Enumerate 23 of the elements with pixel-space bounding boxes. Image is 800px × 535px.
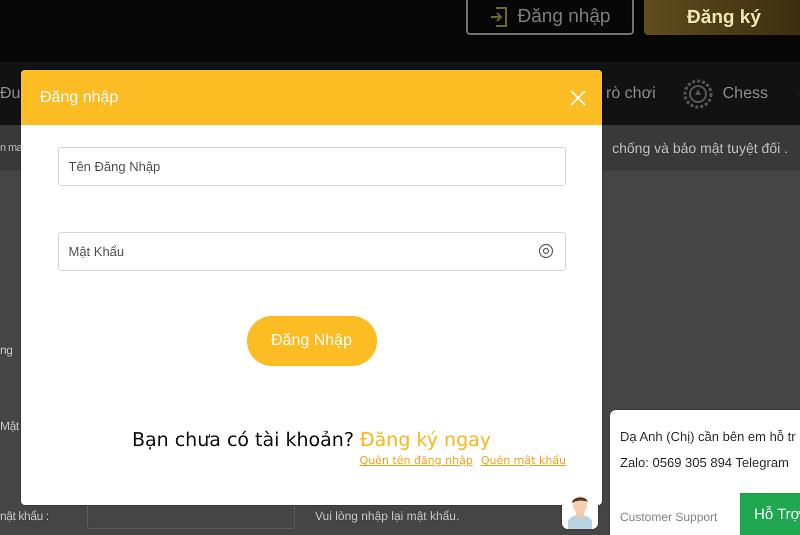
field-label: nật khẩu : bbox=[0, 509, 50, 525]
chat-message: Dạ Anh (Chị) cần bên em hỗ tr bbox=[620, 428, 797, 446]
hint-text: Vui lòng nhập lại mật khẩu. bbox=[315, 509, 460, 525]
nav-item[interactable]: Chess bbox=[682, 78, 768, 108]
chat-message: Zalo: 0569 305 894 Telegram bbox=[620, 454, 790, 472]
register-button[interactable]: Đăng ký bbox=[644, 0, 800, 35]
roulette-icon bbox=[682, 78, 713, 108]
field-label: Mật bbox=[0, 419, 20, 433]
support-button[interactable]: Hỗ Trợ bbox=[740, 493, 800, 535]
signup-link[interactable]: Đăng ký ngay bbox=[360, 429, 492, 451]
forgot-link[interactable]: Quên mật khẩu bbox=[480, 454, 566, 467]
nav-item[interactable]: rò chơi bbox=[606, 84, 656, 102]
login-icon bbox=[490, 6, 508, 28]
eye-icon[interactable] bbox=[538, 243, 554, 259]
notice-text: chống và bảo mật tuyệt đối . bbox=[612, 140, 788, 156]
signup-prompt: Bạn chưa có tài khoản? bbox=[132, 429, 354, 451]
field-label: ng bbox=[0, 343, 14, 357]
dialog-title: Đăng nhập bbox=[40, 88, 118, 106]
login-button[interactable]: Đăng Nhập bbox=[246, 316, 376, 366]
login-button[interactable]: Đăng nhập bbox=[466, 0, 634, 35]
forgot-link[interactable]: Quên tên đăng nhập bbox=[360, 454, 473, 467]
username-field[interactable]: Tên Đăng Nhập bbox=[58, 147, 566, 186]
agent-name: Customer Support bbox=[620, 510, 718, 526]
